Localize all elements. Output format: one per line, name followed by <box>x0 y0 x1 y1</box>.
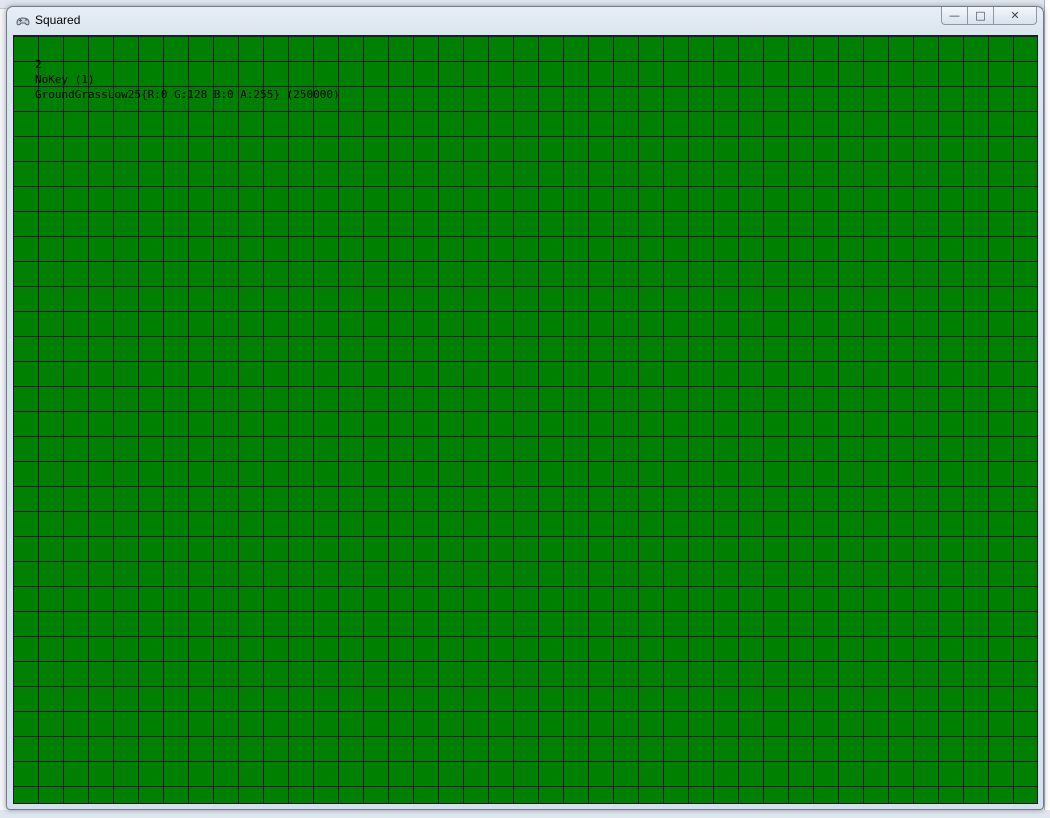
debug-tile-info: GroundGrassLow25{R:0 G:128 B:0 A:255} (2… <box>35 88 340 101</box>
background-output-panel <box>1044 0 1050 818</box>
maximize-button[interactable]: □ <box>967 7 993 25</box>
game-controller-icon <box>16 17 30 26</box>
title-bar[interactable]: Squared — □ ✕ <box>7 7 1043 35</box>
debug-counter: 2 <box>35 58 42 71</box>
close-button[interactable]: ✕ <box>993 7 1037 25</box>
caption-buttons: — □ ✕ <box>941 7 1037 27</box>
debug-key-state: NoKey (1) <box>35 73 95 86</box>
background-ide-bottom <box>0 810 1050 818</box>
game-canvas[interactable]: 2 NoKey (1) GroundGrassLow25{R:0 G:128 B… <box>13 35 1038 804</box>
minimize-button[interactable]: — <box>941 7 967 25</box>
window-title: Squared <box>35 13 81 27</box>
debug-overlay: 2 NoKey (1) GroundGrassLow25{R:0 G:128 B… <box>35 57 340 102</box>
game-window: Squared — □ ✕ 2 NoKey (1) GroundGrassLow… <box>6 6 1044 810</box>
